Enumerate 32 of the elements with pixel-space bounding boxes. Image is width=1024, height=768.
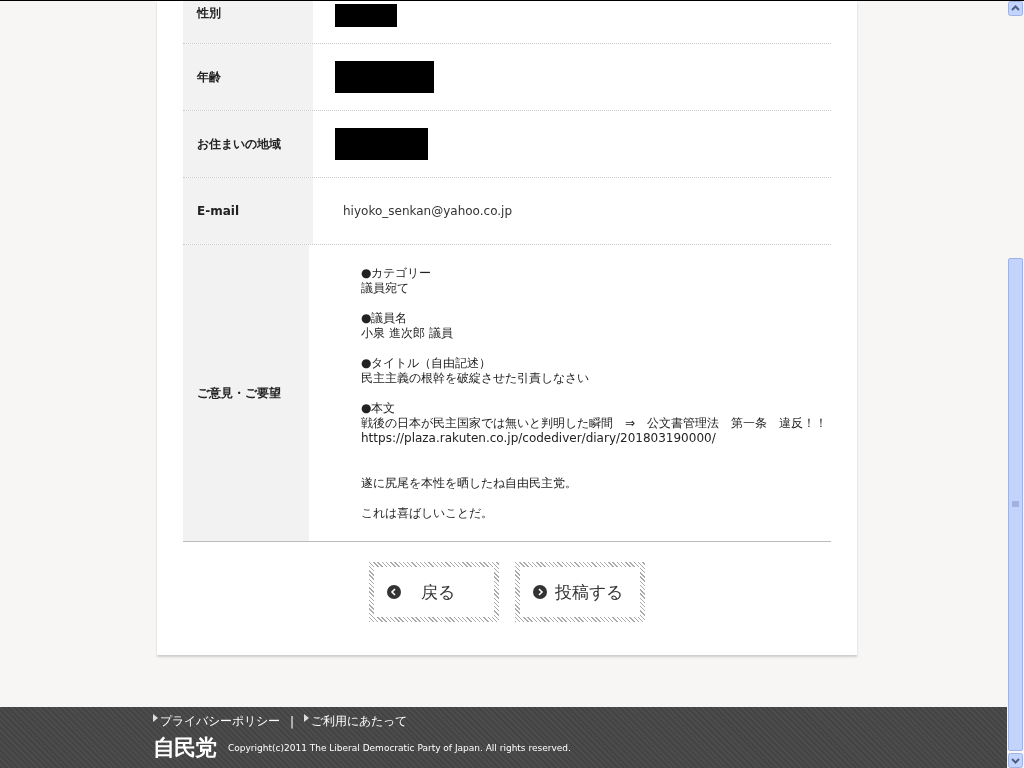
footer-link[interactable]: ご利用にあたって (304, 713, 408, 730)
field-label: 年齢 (197, 68, 221, 86)
message-line: これは喜ばしいことだ。 (361, 506, 494, 521)
message-line: 遂に尻尾を本性を晒したね自由民主党。 (361, 476, 578, 491)
submit-button[interactable]: 投稿する (515, 562, 645, 622)
message-line: 民主主義の根幹を破綻させた引責しなさい (361, 371, 590, 386)
message-line: 戦後の日本が民主国家では無いと判明した瞬間 ⇒ 公文書管理法 第一条 違反！！ (361, 416, 829, 431)
scroll-thumb[interactable] (1008, 258, 1023, 751)
back-button[interactable]: 戻る (369, 562, 499, 622)
grip-icon (1012, 501, 1019, 508)
scroll-down-icon[interactable] (1008, 753, 1023, 768)
triangle-icon (304, 714, 310, 722)
copyright-text: Copyright(c)2011 The Liberal Democratic Party of Japan. All rights reserved. (228, 743, 571, 753)
scrollbar[interactable] (1007, 1, 1024, 768)
message-line: 議員宛て (361, 281, 410, 296)
email-value: hiyoko_senkan@yahoo.co.jp (342, 204, 513, 218)
logo-text: 自民党 (153, 734, 216, 762)
field-label: ご意見・ご要望 (197, 384, 281, 402)
message-line: ●カテゴリー (361, 266, 433, 281)
redaction-bar (335, 4, 397, 27)
message-line: ●本文 (361, 401, 397, 416)
message-line: https://plaza.rakuten.co.jp/codediver/diary/201803190000/ (361, 431, 717, 446)
footer-link[interactable]: プライバシーポリシー (153, 713, 280, 730)
message-line: ●タイトル（自由記述） (361, 356, 493, 371)
link-separator: | (290, 714, 295, 729)
field-label: E-mail (197, 204, 239, 218)
field-label: 性別 (197, 5, 221, 22)
scroll-up-icon[interactable] (1008, 1, 1023, 16)
field-label: お住まいの地域 (197, 135, 281, 153)
triangle-icon (153, 714, 158, 722)
message-line: 小泉 進次郎 議員 (361, 326, 454, 341)
message-line: ●議員名 (361, 311, 409, 326)
